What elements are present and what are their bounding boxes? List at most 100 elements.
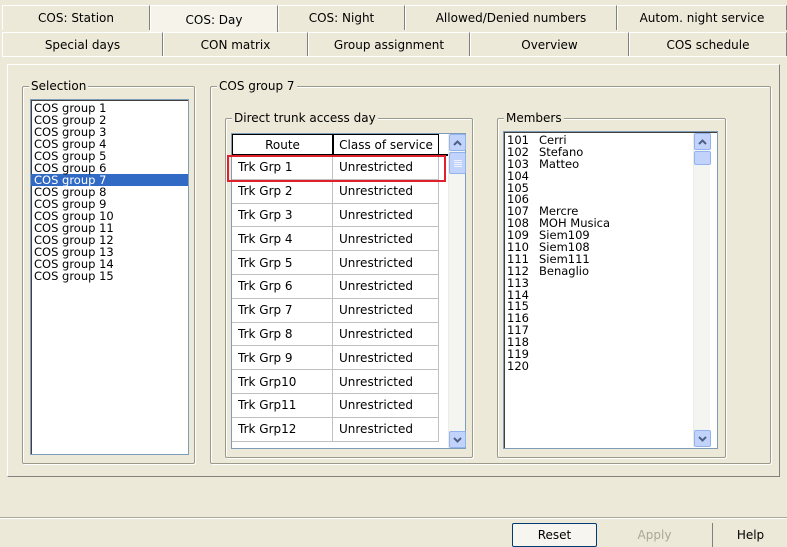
route-cell[interactable]: Trk Grp 3: [232, 203, 333, 228]
column-header-route[interactable]: Route: [232, 134, 333, 154]
member-item[interactable]: 107 Mercre: [504, 205, 717, 217]
trunk-grid-row[interactable]: Trk Grp 3 Unrestricted: [232, 203, 465, 228]
route-cell[interactable]: Trk Grp 2: [232, 179, 333, 204]
members-scrollbar[interactable]: [693, 133, 711, 447]
member-item[interactable]: 108 MOH Musica: [504, 217, 717, 229]
member-item[interactable]: 103 Matteo: [504, 158, 717, 170]
trunk-grid-row[interactable]: Trk Grp 5 Unrestricted: [232, 251, 465, 275]
tab-con-matrix[interactable]: CON matrix: [163, 32, 308, 56]
scroll-down-button[interactable]: [449, 431, 466, 448]
column-header-class-of-service[interactable]: Class of service: [333, 134, 439, 154]
trunk-grid-row[interactable]: Trk Grp 9 Unrestricted: [232, 346, 465, 371]
route-cell[interactable]: Trk Grp 8: [232, 322, 333, 347]
class-of-service-cell[interactable]: Unrestricted: [333, 370, 439, 394]
member-item[interactable]: 118: [504, 336, 717, 348]
member-item[interactable]: 111 Siem111: [504, 253, 717, 265]
member-item[interactable]: 112 Benaglio: [504, 265, 717, 277]
chevron-up-icon: [453, 139, 462, 146]
tab-group-assignment[interactable]: Group assignment: [308, 32, 470, 56]
member-name: [539, 277, 717, 289]
member-item[interactable]: 116: [504, 312, 717, 324]
trunk-grid[interactable]: Route Class of service Trk Grp 1 Unrestri…: [231, 133, 466, 449]
scroll-up-button[interactable]: [449, 134, 466, 151]
tab-special-days[interactable]: Special days: [2, 32, 163, 56]
member-item[interactable]: 109 Siem109: [504, 229, 717, 241]
member-name: [539, 336, 717, 348]
class-of-service-cell[interactable]: Unrestricted: [333, 274, 439, 299]
member-item[interactable]: 120: [504, 360, 717, 372]
member-name: [539, 312, 717, 324]
trunk-grid-row[interactable]: Trk Grp12 Unrestricted: [232, 417, 465, 442]
scroll-down-button[interactable]: [694, 430, 711, 447]
reset-button[interactable]: Reset: [512, 523, 597, 547]
tab-cos-night[interactable]: COS: Night: [278, 5, 405, 30]
tab-cos-schedule[interactable]: COS schedule: [629, 32, 787, 56]
class-of-service-cell[interactable]: Unrestricted: [333, 156, 439, 180]
member-item[interactable]: 110 Siem108: [504, 241, 717, 253]
route-cell[interactable]: Trk Grp10: [232, 370, 333, 394]
tab-cos-day[interactable]: COS: Day: [150, 5, 278, 33]
route-cell[interactable]: Trk Grp 6: [232, 274, 333, 299]
cos-group-listbox[interactable]: COS group 1 COS group 2 COS group 3 COS gro…: [30, 99, 189, 455]
selection-legend: Selection: [29, 79, 89, 93]
tab-allowed-denied-numbers[interactable]: Allowed/Denied numbers: [405, 5, 617, 30]
member-name: [539, 170, 717, 182]
class-of-service-cell[interactable]: Unrestricted: [333, 417, 439, 442]
scroll-thumb[interactable]: [449, 152, 466, 174]
trunk-grid-row[interactable]: Trk Grp10 Unrestricted: [232, 370, 465, 394]
trunk-grid-row[interactable]: Trk Grp 2 Unrestricted: [232, 179, 465, 204]
member-number: 111: [507, 251, 529, 266]
apply-button[interactable]: Apply: [612, 523, 697, 547]
member-item[interactable]: 114: [504, 289, 717, 301]
member-item[interactable]: 117: [504, 324, 717, 336]
chevron-down-icon: [698, 435, 707, 442]
trunk-grid-row[interactable]: Trk Grp11 Unrestricted: [232, 393, 465, 418]
trunk-grid-header: Route Class of service: [232, 134, 465, 156]
member-item[interactable]: 106: [504, 193, 717, 206]
member-name: Matteo: [539, 156, 580, 171]
member-item[interactable]: 115: [504, 300, 717, 313]
route-cell[interactable]: Trk Grp 1: [232, 156, 333, 180]
class-of-service-cell[interactable]: Unrestricted: [333, 179, 439, 204]
class-of-service-cell[interactable]: Unrestricted: [333, 227, 439, 252]
trunk-grid-row[interactable]: Trk Grp 8 Unrestricted: [232, 322, 465, 347]
members-legend: Members: [504, 111, 564, 125]
tab-row-secondary: Special days CON matrix Group assignment…: [2, 32, 787, 57]
route-cell[interactable]: Trk Grp 4: [232, 227, 333, 252]
trunk-grid-row[interactable]: Trk Grp 7 Unrestricted: [232, 298, 465, 323]
tab-label: Special days: [44, 37, 121, 52]
scroll-thumb[interactable]: [694, 151, 711, 165]
class-of-service-cell[interactable]: Unrestricted: [333, 251, 439, 275]
tab-autom-night-service[interactable]: Autom. night service: [617, 5, 787, 30]
route-cell[interactable]: Trk Grp11: [232, 393, 333, 418]
route-cell[interactable]: Trk Grp 5: [232, 251, 333, 275]
member-item[interactable]: 105: [504, 182, 717, 194]
members-listbox[interactable]: 101 Cerri 102 Stefano 103 Matteo 104 105 106 107 M…: [503, 131, 718, 449]
tab-label: COS: Day: [185, 12, 243, 27]
class-of-service-cell[interactable]: Unrestricted: [333, 298, 439, 323]
trunk-grid-row[interactable]: Trk Grp 1 Unrestricted: [232, 156, 465, 180]
cos-group-item[interactable]: COS group 15: [31, 270, 188, 282]
chevron-up-icon: [698, 138, 707, 145]
class-of-service-cell[interactable]: Unrestricted: [333, 203, 439, 228]
tab-label: COS schedule: [666, 37, 750, 52]
route-cell[interactable]: Trk Grp12: [232, 417, 333, 442]
route-cell[interactable]: Trk Grp 9: [232, 346, 333, 371]
trunk-grid-row[interactable]: Trk Grp 6 Unrestricted: [232, 274, 465, 299]
tab-label: COS: Night: [308, 11, 375, 25]
member-item[interactable]: 119: [504, 348, 717, 360]
member-item[interactable]: 104: [504, 170, 717, 182]
tab-overview[interactable]: Overview: [470, 32, 629, 56]
help-button[interactable]: Help: [714, 523, 787, 547]
route-cell[interactable]: Trk Grp 7: [232, 298, 333, 323]
class-of-service-cell[interactable]: Unrestricted: [333, 393, 439, 418]
member-item[interactable]: 113: [504, 277, 717, 289]
class-of-service-cell[interactable]: Unrestricted: [333, 322, 439, 347]
member-item[interactable]: 101 Cerri: [504, 134, 717, 146]
trunk-grid-scrollbar[interactable]: [448, 134, 466, 448]
member-item[interactable]: 102 Stefano: [504, 146, 717, 158]
trunk-grid-row[interactable]: Trk Grp 4 Unrestricted: [232, 227, 465, 252]
scroll-up-button[interactable]: [694, 133, 711, 150]
class-of-service-cell[interactable]: Unrestricted: [333, 346, 439, 371]
tab-cos-station[interactable]: COS: Station: [2, 5, 150, 30]
